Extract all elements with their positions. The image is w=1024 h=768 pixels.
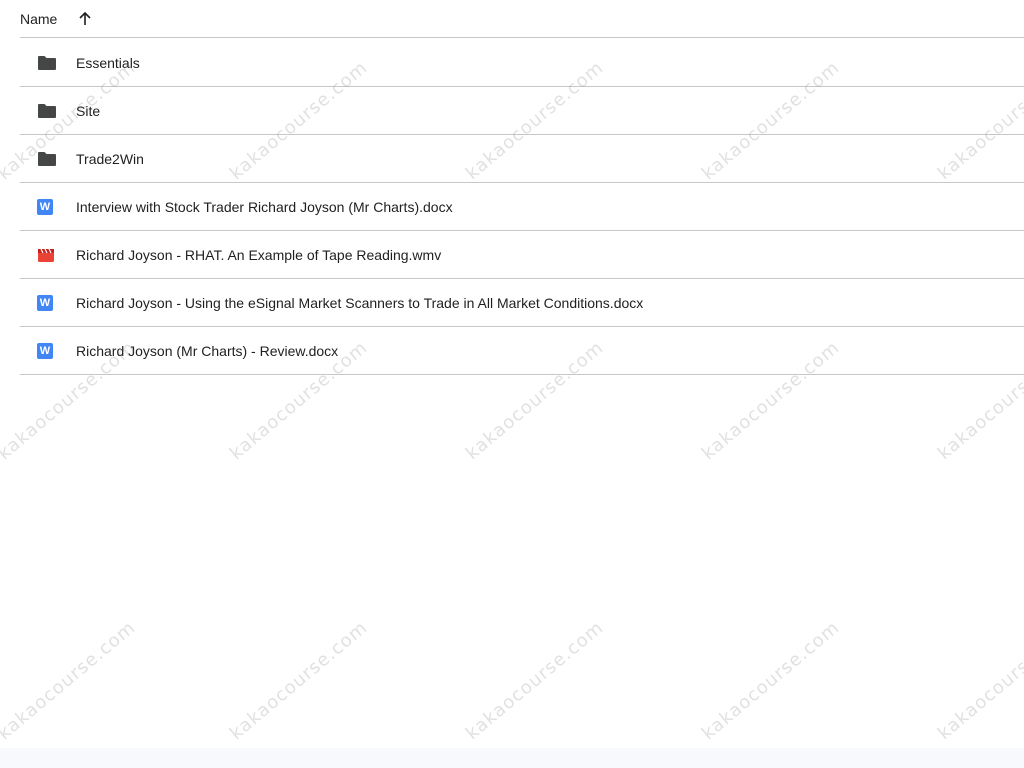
list-item[interactable]: W Richard Joyson (Mr Charts) - Review.do… — [20, 327, 1024, 375]
list-item[interactable]: Trade2Win — [20, 135, 1024, 183]
arrow-up-icon[interactable] — [77, 11, 93, 27]
list-item[interactable]: Essentials — [20, 39, 1024, 87]
list-item[interactable]: Richard Joyson - RHAT. An Example of Tap… — [20, 231, 1024, 279]
word-badge: W — [37, 198, 53, 215]
file-list: Essentials Site Trade2Win W Interview wi… — [20, 39, 1024, 375]
watermark-text: kakaocourse.com — [698, 617, 844, 745]
watermark-text: kakaocourse.com — [226, 617, 372, 745]
folder-icon — [20, 87, 76, 134]
file-name: Site — [76, 102, 101, 119]
folder-icon — [20, 135, 76, 182]
file-name: Interview with Stock Trader Richard Joys… — [76, 198, 453, 215]
word-badge: W — [37, 294, 53, 311]
file-name: Richard Joyson - Using the eSignal Marke… — [76, 294, 644, 311]
file-browser: Name Essentials Site Trade2Win W Intervi… — [0, 0, 1024, 768]
word-doc-icon: W — [20, 327, 76, 374]
list-item[interactable]: W Richard Joyson - Using the eSignal Mar… — [20, 279, 1024, 327]
file-list-header: Name — [20, 0, 1024, 38]
bottom-bar — [0, 748, 1024, 768]
watermark-text: kakaocourse.com — [0, 617, 140, 745]
list-item[interactable]: W Interview with Stock Trader Richard Jo… — [20, 183, 1024, 231]
watermark-text: kakaocourse.com — [934, 617, 1024, 745]
folder-icon — [20, 39, 76, 86]
file-name: Essentials — [76, 54, 140, 71]
file-name: Trade2Win — [76, 150, 144, 167]
video-file-icon — [20, 231, 76, 278]
list-item[interactable]: Site — [20, 87, 1024, 135]
name-column-header[interactable]: Name — [20, 10, 57, 27]
watermark-text: kakaocourse.com — [462, 617, 608, 745]
word-doc-icon: W — [20, 183, 76, 230]
file-name: Richard Joyson - RHAT. An Example of Tap… — [76, 246, 442, 263]
word-badge: W — [37, 342, 53, 359]
file-name: Richard Joyson (Mr Charts) - Review.docx — [76, 342, 339, 359]
word-doc-icon: W — [20, 279, 76, 326]
